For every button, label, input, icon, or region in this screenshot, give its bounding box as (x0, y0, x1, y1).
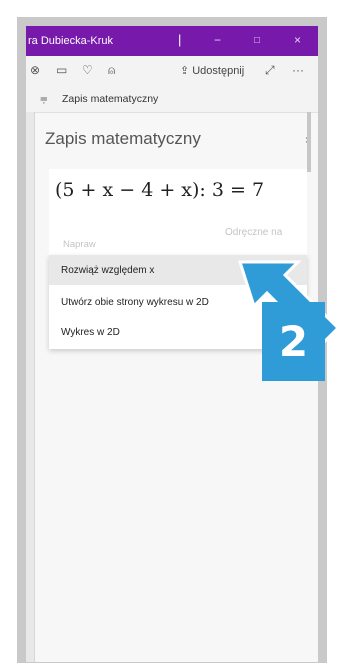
step-number-badge: 2 (262, 302, 325, 381)
